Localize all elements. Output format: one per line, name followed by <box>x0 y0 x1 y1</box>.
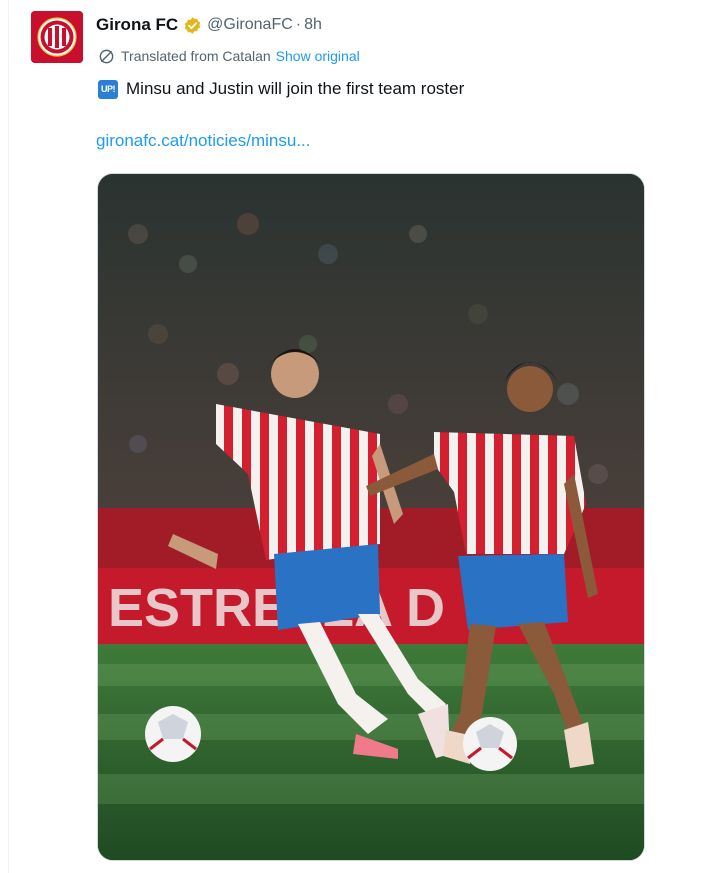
user-handle[interactable]: @GironaFC <box>207 16 293 34</box>
show-original-link[interactable]: Show original <box>276 48 360 64</box>
verified-badge-icon[interactable] <box>183 16 202 35</box>
tweet-text: Minsu and Justin will join the first tea… <box>126 79 465 98</box>
translated-from-label: Translated from Catalan <box>121 48 271 64</box>
timestamp[interactable]: 8h <box>304 16 322 34</box>
tweet-header: Girona FC @GironaFC · 8h <box>96 13 322 37</box>
timeline-divider <box>8 0 9 873</box>
separator-dot: · <box>295 16 302 33</box>
translate-icon <box>98 48 115 65</box>
display-name[interactable]: Girona FC <box>96 15 178 35</box>
girona-fc-crest-icon <box>31 11 83 63</box>
tweet-body: UP! Minsu and Justin will join the first… <box>98 77 464 101</box>
article-link[interactable]: gironafc.cat/noticies/minsu... <box>96 131 310 151</box>
translation-notice: Translated from Catalan Show original <box>98 46 360 66</box>
up-emoji-icon: UP! <box>98 79 118 99</box>
avatar[interactable] <box>31 11 83 63</box>
tweet-photo[interactable]: ESTRELLA D <box>97 173 645 861</box>
football-left <box>145 706 201 762</box>
football-right <box>463 717 517 771</box>
football-players-photo: ESTRELLA D <box>98 174 644 860</box>
